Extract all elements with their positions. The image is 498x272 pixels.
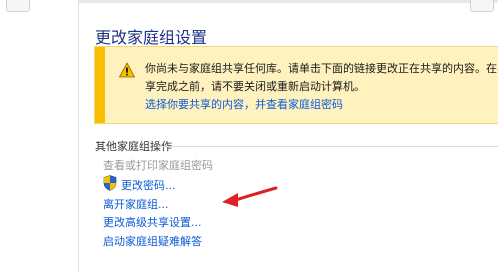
warning-stripe [95,47,105,123]
homegroup-troubleshooter-link[interactable]: 启动家庭组疑难解答 [103,233,202,249]
leave-homegroup-link[interactable]: 离开家庭组... [103,196,169,212]
warning-triangle-icon [119,62,135,78]
choose-shared-content-link[interactable]: 选择你要共享的内容，并查看家庭组密码 [145,96,343,112]
change-advanced-sharing-link[interactable]: 更改高级共享设置... [103,214,202,230]
toolbar-button-fragment[interactable] [6,0,30,12]
uac-shield-icon [103,175,117,191]
change-password-link[interactable]: 更改密码... [121,177,176,193]
view-print-password-link: 查看或打印家庭组密码 [103,159,213,172]
warning-banner: 你尚未与家庭组共享任何库。请单击下面的链接更改正在共享的内容。在共享完成之前，请… [94,46,498,124]
page-title: 更改家庭组设置 [95,28,208,47]
warning-message: 你尚未与家庭组共享任何库。请单击下面的链接更改正在共享的内容。在共享完成之前，请… [145,62,498,93]
toolbar-button-fragment-right[interactable] [470,0,494,12]
left-pane [0,0,82,272]
window-top-border [78,0,498,3]
content-left-border [78,0,79,272]
section-divider [158,146,498,147]
